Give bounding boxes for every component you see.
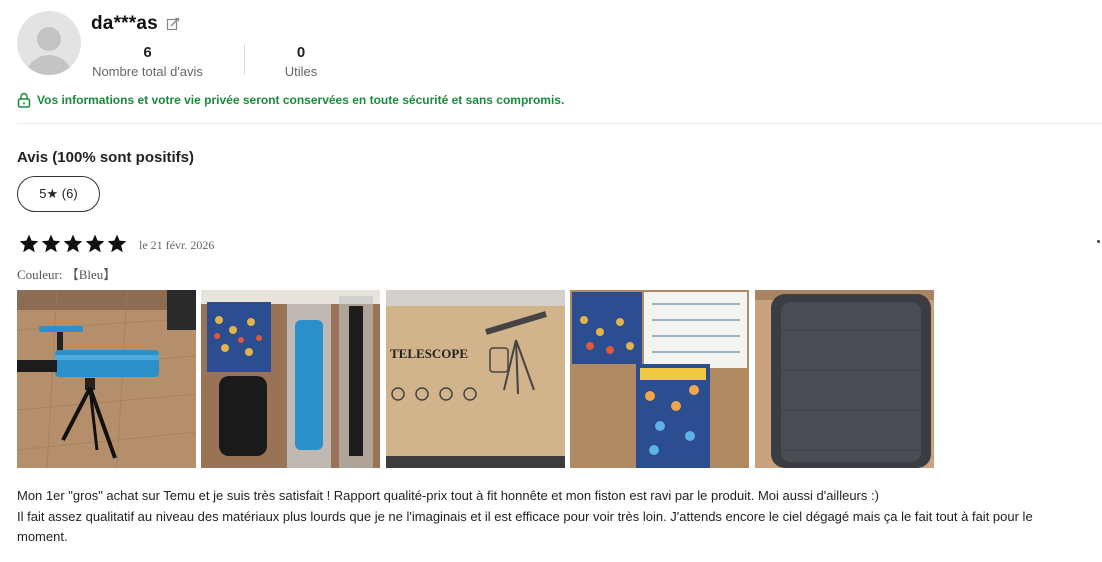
more-options-icon[interactable]: [1097, 240, 1100, 243]
privacy-notice: Vos informations et votre vie privée ser…: [17, 92, 564, 108]
helpful-count: 0: [296, 44, 306, 61]
rating-filter-chip[interactable]: 5★ (6): [17, 176, 100, 212]
review-color-variant: Couleur: 【Bleu】: [17, 267, 117, 282]
review-date: le 21 févr. 2026: [139, 238, 215, 252]
total-reviews-label: Nombre total d'avis: [92, 64, 203, 79]
star-icon: [19, 234, 39, 253]
star-icon: [85, 234, 105, 253]
review-photo-5[interactable]: [755, 290, 934, 468]
review-photo-4[interactable]: [570, 290, 749, 468]
edit-icon[interactable]: [166, 17, 180, 31]
total-reviews-count: 6: [143, 44, 152, 61]
privacy-text: Vos informations et votre vie privée ser…: [37, 93, 565, 107]
star-icon: [63, 234, 83, 253]
review-text: Mon 1er "gros" achat sur Temu et je suis…: [17, 488, 1033, 544]
rating-stars: [19, 234, 127, 253]
reviews-title: Avis (100% sont positifs): [17, 149, 194, 166]
star-icon: [41, 234, 61, 253]
lock-icon: [17, 92, 31, 108]
avatar: [17, 11, 81, 75]
helpful-label: Utiles: [284, 64, 318, 79]
svg-text:TELESCOPE: TELESCOPE: [390, 346, 468, 361]
username: da***as: [91, 13, 158, 34]
star-icon: [107, 234, 127, 253]
review-photo-1[interactable]: [17, 290, 196, 468]
stats-divider: [244, 44, 245, 75]
section-divider: [17, 123, 1102, 124]
review-photo-3[interactable]: TELESCOPE: [386, 290, 565, 468]
review-photo-2[interactable]: [201, 290, 380, 468]
